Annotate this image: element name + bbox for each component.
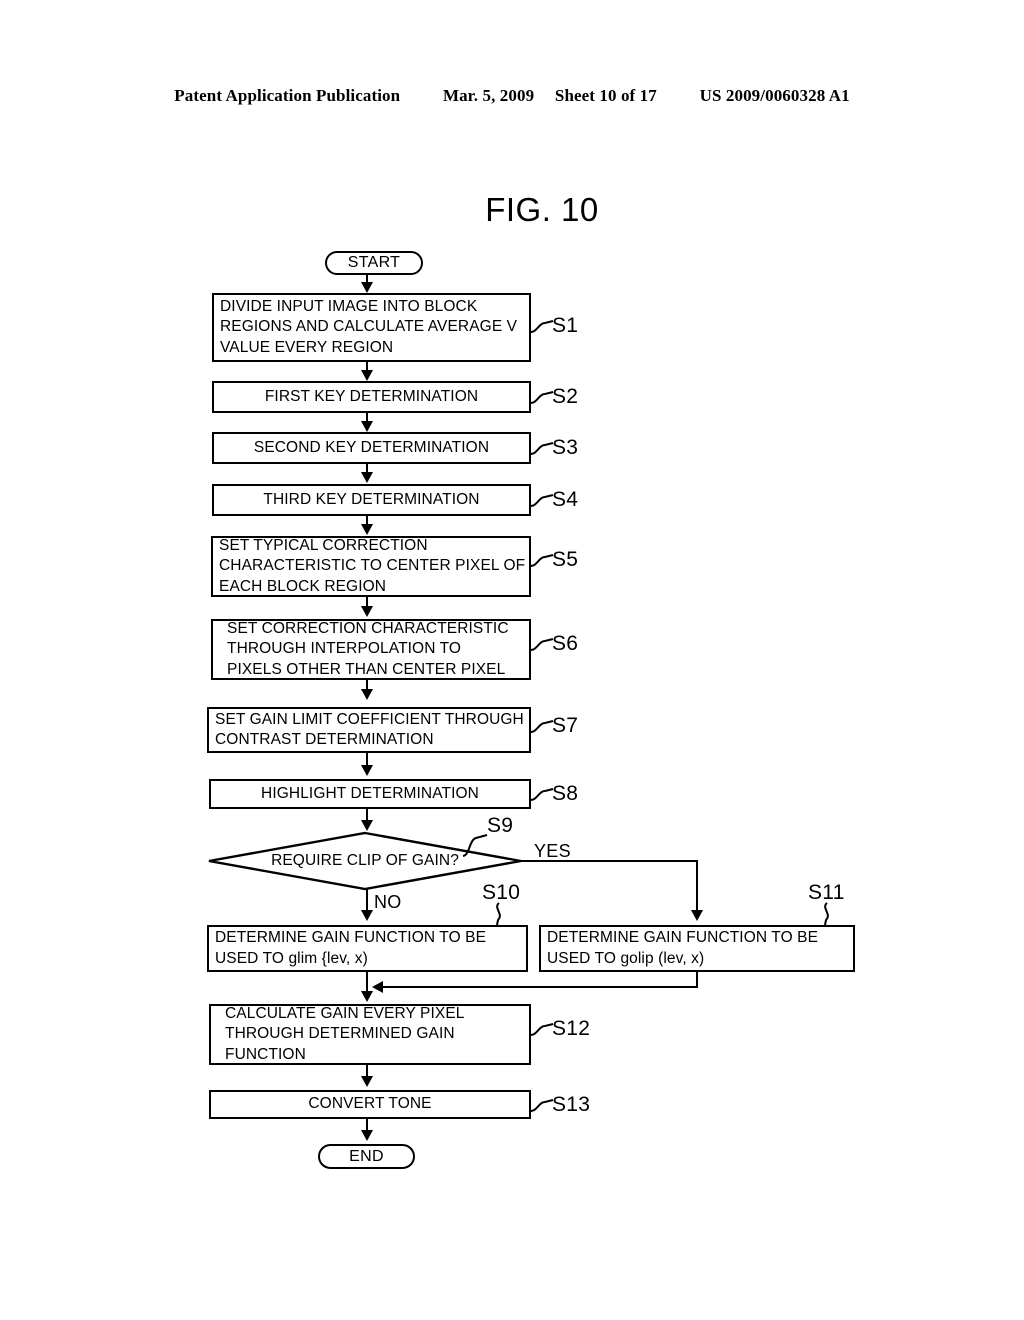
process-box-s12: CALCULATE GAIN EVERY PIXEL THROUGH DETER… — [209, 1004, 531, 1065]
arrow-s2-to-s3 — [361, 421, 373, 432]
flowchart-end-terminal: END — [318, 1144, 415, 1169]
arrow-yes-to-s11 — [691, 910, 703, 921]
process-box-s13: CONVERT TONE — [209, 1090, 531, 1119]
process-box-s4: THIRD KEY DETERMINATION — [212, 484, 531, 516]
header-sheet: Sheet 10 of 17 — [554, 86, 657, 105]
connector-yes-vertical — [696, 860, 698, 912]
step-label-s4: S4 — [552, 488, 579, 511]
step-label-s11: S11 — [808, 881, 845, 904]
leader-s10 — [490, 902, 508, 927]
s12-line-1: CALCULATE GAIN EVERY PIXEL — [225, 1005, 465, 1023]
s6-line-1: SET CORRECTION CHARACTERISTIC — [227, 620, 509, 638]
process-box-s10: DETERMINE GAIN FUNCTION TO BE USED TO gl… — [207, 925, 528, 972]
header-publication: Patent Application Publication — [174, 86, 401, 105]
s4-line-1: THIRD KEY DETERMINATION — [263, 490, 480, 508]
arrow-s8-to-s9 — [361, 820, 373, 831]
s5-line-1: SET TYPICAL CORRECTION — [219, 537, 428, 555]
process-box-s3: SECOND KEY DETERMINATION — [212, 432, 531, 464]
step-label-s2: S2 — [552, 385, 579, 408]
s6-line-3: PIXELS OTHER THAN CENTER PIXEL — [227, 660, 506, 678]
s3-line-1: SECOND KEY DETERMINATION — [253, 438, 490, 456]
arrow-s13-to-end — [361, 1130, 373, 1141]
s2-line-1: FIRST KEY DETERMINATION — [264, 387, 479, 405]
step-label-s7: S7 — [552, 714, 579, 737]
arrow-merge-left — [372, 981, 383, 993]
s1-line-2: REGIONS AND CALCULATE AVERAGE V — [220, 318, 518, 336]
connector-s11-merge-horizontal — [378, 986, 698, 988]
step-label-s3: S3 — [552, 436, 579, 459]
s6-line-2: THROUGH INTERPOLATION TO — [227, 640, 462, 658]
s10-line-1: DETERMINE GAIN FUNCTION TO BE — [215, 929, 487, 947]
process-box-s7: SET GAIN LIMIT COEFFICIENT THROUGH CONTR… — [207, 707, 531, 753]
process-box-s5: SET TYPICAL CORRECTION CHARACTERISTIC TO… — [211, 536, 531, 597]
arrow-start-to-s1 — [361, 282, 373, 293]
s8-line-1: HIGHLIGHT DETERMINATION — [261, 784, 479, 802]
process-box-s11: DETERMINE GAIN FUNCTION TO BE USED TO go… — [539, 925, 855, 972]
s1-line-1: DIVIDE INPUT IMAGE INTO BLOCK — [220, 298, 478, 316]
step-label-s6: S6 — [552, 632, 579, 655]
arrow-s5-to-s6 — [361, 606, 373, 617]
step-label-s9: S9 — [487, 814, 514, 837]
header-patent-number: US 2009/0060328 A1 — [699, 86, 850, 105]
s7-line-1: SET GAIN LIMIT COEFFICIENT THROUGH — [215, 710, 524, 728]
s11-line-2: USED TO golip (lev, x) — [547, 949, 705, 967]
step-label-s12: S12 — [552, 1017, 591, 1040]
step-label-s8: S8 — [552, 782, 579, 805]
arrow-s12-to-s13 — [361, 1076, 373, 1087]
s5-line-3: EACH BLOCK REGION — [219, 577, 387, 595]
arrow-s7-to-s8 — [361, 765, 373, 776]
s7-line-2: CONTRAST DETERMINATION — [215, 731, 434, 748]
connector-yes-horizontal — [520, 860, 698, 862]
s13-line-1: CONVERT TONE — [308, 1095, 432, 1113]
step-label-s1: S1 — [552, 314, 579, 337]
arrow-s6-to-s7 — [361, 689, 373, 700]
process-box-s1: DIVIDE INPUT IMAGE INTO BLOCK REGIONS AN… — [212, 293, 531, 362]
arrow-no-to-s10 — [361, 910, 373, 921]
patent-header: Patent Application Publication Mar. 5, 2… — [0, 86, 1024, 106]
header-date: Mar. 5, 2009 — [442, 86, 535, 105]
s1-line-3: VALUE EVERY REGION — [220, 338, 394, 356]
start-label: START — [347, 254, 401, 271]
process-box-s6: SET CORRECTION CHARACTERISTIC THROUGH IN… — [211, 619, 531, 680]
s10-line-2: USED TO glim {lev, x) — [215, 949, 368, 967]
arrow-to-s12 — [361, 991, 373, 1002]
s11-line-1: DETERMINE GAIN FUNCTION TO BE — [547, 929, 819, 947]
arrow-s3-to-s4 — [361, 472, 373, 483]
step-label-s13: S13 — [552, 1093, 591, 1116]
process-box-s8: HIGHLIGHT DETERMINATION — [209, 779, 531, 809]
step-label-s5: S5 — [552, 548, 579, 571]
process-box-s2: FIRST KEY DETERMINATION — [212, 381, 531, 413]
s5-line-2: CHARACTERISTIC TO CENTER PIXEL OF — [219, 557, 526, 575]
flowchart-start-terminal: START — [325, 251, 423, 275]
arrow-s4-to-s5 — [361, 524, 373, 535]
end-label: END — [349, 1147, 384, 1165]
figure-title: FIG. 10 — [485, 191, 599, 228]
step-label-s10: S10 — [482, 881, 521, 904]
s12-line-3: FUNCTION — [225, 1045, 306, 1063]
branch-label-no: NO — [374, 892, 402, 912]
branch-label-yes: YES — [534, 841, 571, 861]
leader-s11 — [818, 902, 836, 927]
arrow-s1-to-s2 — [361, 370, 373, 381]
s12-line-2: THROUGH DETERMINED GAIN — [225, 1025, 455, 1043]
